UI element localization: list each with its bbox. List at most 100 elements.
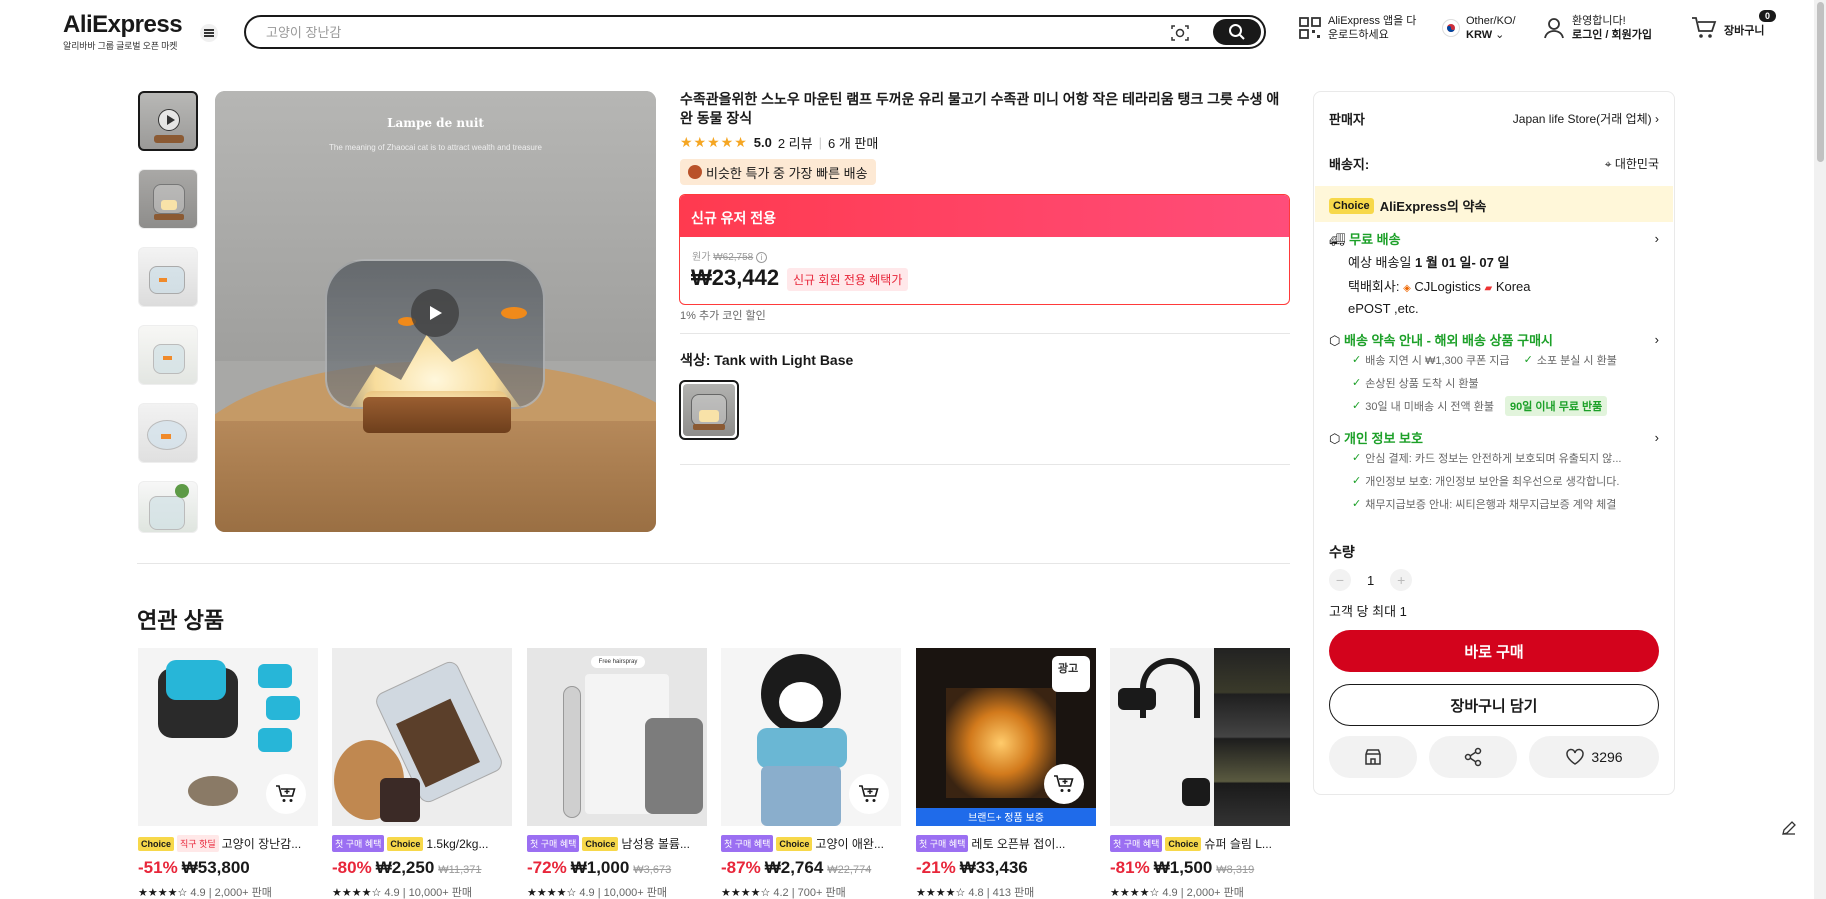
cj-logo-icon: ◈	[1403, 283, 1411, 294]
scrollbar-thumb[interactable]	[1817, 2, 1824, 162]
product-card[interactable]: 첫 구매 혜택 Choice 고양이 애완... -87% ₩2,764 ₩22,774…	[721, 648, 901, 899]
search-input[interactable]	[266, 23, 1166, 41]
price: ₩2,764	[764, 858, 824, 877]
seller-label: 판매자	[1329, 112, 1365, 127]
thumbnail-6[interactable]	[138, 481, 198, 533]
thumbnail-3[interactable]	[138, 247, 198, 307]
product-rating[interactable]: ★★★★★ 5.0 2 리뷰 | 6 개 판매	[680, 133, 878, 152]
buy-now-button[interactable]: 바로 구매	[1329, 630, 1659, 672]
product-card[interactable]: 첫 구매 혜택 Choice 1.5kg/2kg... -80% ₩2,250 ₩11,…	[332, 648, 512, 899]
sold-count: 6 개 판매	[828, 136, 879, 151]
thumbnail-video[interactable]	[138, 91, 198, 151]
image-search-icon[interactable]	[1170, 23, 1190, 43]
increase-quantity-button[interactable]: +	[1390, 569, 1413, 591]
region-selector[interactable]: Other/KO/KRW ⌄	[1442, 14, 1516, 42]
product-name: 남성용 볼륨...	[621, 837, 690, 851]
price: ₩1,500	[1153, 858, 1213, 877]
product-main-image[interactable]: Lampe de nuit The meaning of Zhaocai cat…	[215, 91, 656, 532]
eta-dates: 1 월 01 일- 07 일	[1415, 255, 1510, 270]
rocket-icon	[688, 165, 702, 179]
decrease-quantity-button[interactable]: −	[1329, 569, 1351, 591]
product-image[interactable]: 광고 브랜드+ 정품 보증	[916, 648, 1096, 826]
choice-badge: Choice	[1329, 197, 1374, 214]
product-card[interactable]: Choice 직구 핫딜 고양이 장난감... -51% ₩53,800 ★★★★☆ …	[138, 648, 318, 899]
chevron-right-icon: ›	[1655, 112, 1659, 126]
promo-price-tag: 신규 회원 전용 혜택가	[787, 268, 909, 291]
shield-check-icon: ⬡	[1329, 431, 1341, 446]
product-image[interactable]: Free hairspray	[527, 648, 707, 826]
cart-link[interactable]: 0 장바구니	[1690, 10, 1777, 40]
search-button[interactable]	[1213, 19, 1261, 45]
menu-icon[interactable]	[200, 24, 218, 42]
guarantee-row[interactable]: ⬡ 배송 약속 안내 - 해외 배송 상품 구매시 ›	[1329, 330, 1659, 349]
quantity-value[interactable]: 1	[1367, 573, 1374, 588]
add-to-cart-icon[interactable]	[1044, 764, 1084, 804]
seller-name[interactable]: Japan life Store(거래 업체)	[1513, 112, 1652, 126]
rating-score: 5.0	[753, 135, 772, 150]
page-scrollbar[interactable]	[1814, 0, 1826, 899]
product-card[interactable]: 첫 구매 혜택 Choice 슈퍼 슬림 L... -81% ₩1,500 ₩8,319…	[1110, 648, 1290, 899]
ship-to-row[interactable]: 배송지: ⌖ 대한민국	[1329, 154, 1659, 173]
fast-delivery-badge: 비슷한 특가 중 가장 빠른 배송	[680, 159, 876, 185]
cart-label: 장바구니	[1724, 25, 1765, 37]
app-download[interactable]: AliExpress 앱을 다 운로드하세요	[1298, 14, 1416, 42]
free-shipping-row[interactable]: 🚚︎ 무료 배송 ›	[1329, 229, 1659, 248]
star-rating-icon: ★★★★☆	[916, 887, 966, 899]
login-signup: 로그인 / 회원가입	[1572, 29, 1653, 41]
account-menu[interactable]: 환영합니다! 로그인 / 회원가입	[1542, 14, 1652, 42]
check-icon: ✓	[1352, 498, 1362, 510]
review-count[interactable]: 2 리뷰	[778, 133, 813, 152]
add-to-cart-icon[interactable]	[266, 774, 306, 814]
product-card[interactable]: Free hairspray 첫 구매 혜택 Choice 남성용 볼륨... -7…	[527, 648, 707, 899]
sold: 2,000+ 판매	[214, 887, 272, 899]
product-image[interactable]	[332, 648, 512, 826]
star-rating-icon: ★★★★☆	[721, 887, 771, 899]
price: ₩2,250	[375, 858, 435, 877]
seller-row[interactable]: 판매자 Japan life Store(거래 업체) ›	[1329, 109, 1659, 128]
choice-badge: Choice	[582, 836, 619, 851]
share-icon	[1464, 747, 1482, 767]
new-user-promo-box: 신규 유저 전용 원가 ₩62,758 i ₩23,442 신규 회원 전용 혜…	[679, 194, 1290, 305]
product-image[interactable]	[138, 648, 318, 826]
original-price-row: 원가 ₩62,758 i	[692, 248, 767, 263]
aliexpress-logo[interactable]: AliExpress 알리바바 그룹 글로벌 오픈 마켓	[63, 12, 183, 52]
check-icon: ✓	[1352, 377, 1362, 389]
product-card[interactable]: 광고 브랜드+ 정품 보증 첫 구매 혜택 레토 오픈뷰 접이... -21% ₩3…	[916, 648, 1096, 899]
brand-plus-label: 브랜드+ 정품 보증	[968, 813, 1044, 824]
check-icon: ✓	[1352, 354, 1362, 366]
thumbnail-2[interactable]	[138, 169, 198, 229]
thumbnail-5[interactable]	[138, 403, 198, 463]
first-purchase-badge: 첫 구매 혜택	[916, 835, 969, 852]
currency: KRW	[1466, 29, 1493, 41]
product-image[interactable]	[721, 648, 901, 826]
color-option-tank-with-light-base[interactable]	[679, 380, 739, 440]
check-icon: ✓	[1352, 400, 1362, 412]
wishlist-button[interactable]: 3296	[1529, 736, 1659, 778]
play-video-button[interactable]	[411, 289, 459, 337]
sold: 2,000+ 판매	[1186, 887, 1244, 899]
ship-destination: 대한민국	[1614, 157, 1659, 171]
chevron-right-icon: ›	[1654, 231, 1659, 246]
edit-feedback-icon[interactable]	[1778, 817, 1800, 839]
add-to-cart-button[interactable]: 장바구니 담기	[1329, 684, 1659, 726]
product-name: 레토 오픈뷰 접이...	[971, 837, 1066, 851]
sold: 10,000+ 판매	[408, 887, 473, 899]
discount: -51%	[138, 858, 178, 877]
check-icon: ✓	[1352, 452, 1362, 464]
choice-badge: Choice	[1165, 836, 1202, 851]
privacy-list: ✓ 안심 결제: 카드 정보는 안전하게 보호되며 유출되지 않... ✓ 개인정보…	[1352, 446, 1621, 515]
add-to-cart-icon[interactable]	[849, 774, 889, 814]
choice-promise-banner: Choice AliExpress의 약속	[1315, 186, 1673, 222]
info-icon[interactable]: i	[756, 252, 767, 263]
store-icon	[1365, 749, 1381, 765]
product-image[interactable]	[1110, 648, 1290, 826]
wishlist-count: 3296	[1591, 749, 1623, 765]
check-icon: ✓	[1523, 354, 1533, 366]
first-purchase-badge: 첫 구매 혜택	[721, 835, 774, 852]
thumbnail-4[interactable]	[138, 325, 198, 385]
choice-badge: Choice	[138, 836, 175, 851]
original-price: ₩3,673	[633, 864, 672, 876]
store-button[interactable]	[1329, 736, 1417, 778]
privacy-row[interactable]: ⬡ 개인 정보 보호 ›	[1329, 428, 1659, 447]
share-button[interactable]	[1429, 736, 1517, 778]
